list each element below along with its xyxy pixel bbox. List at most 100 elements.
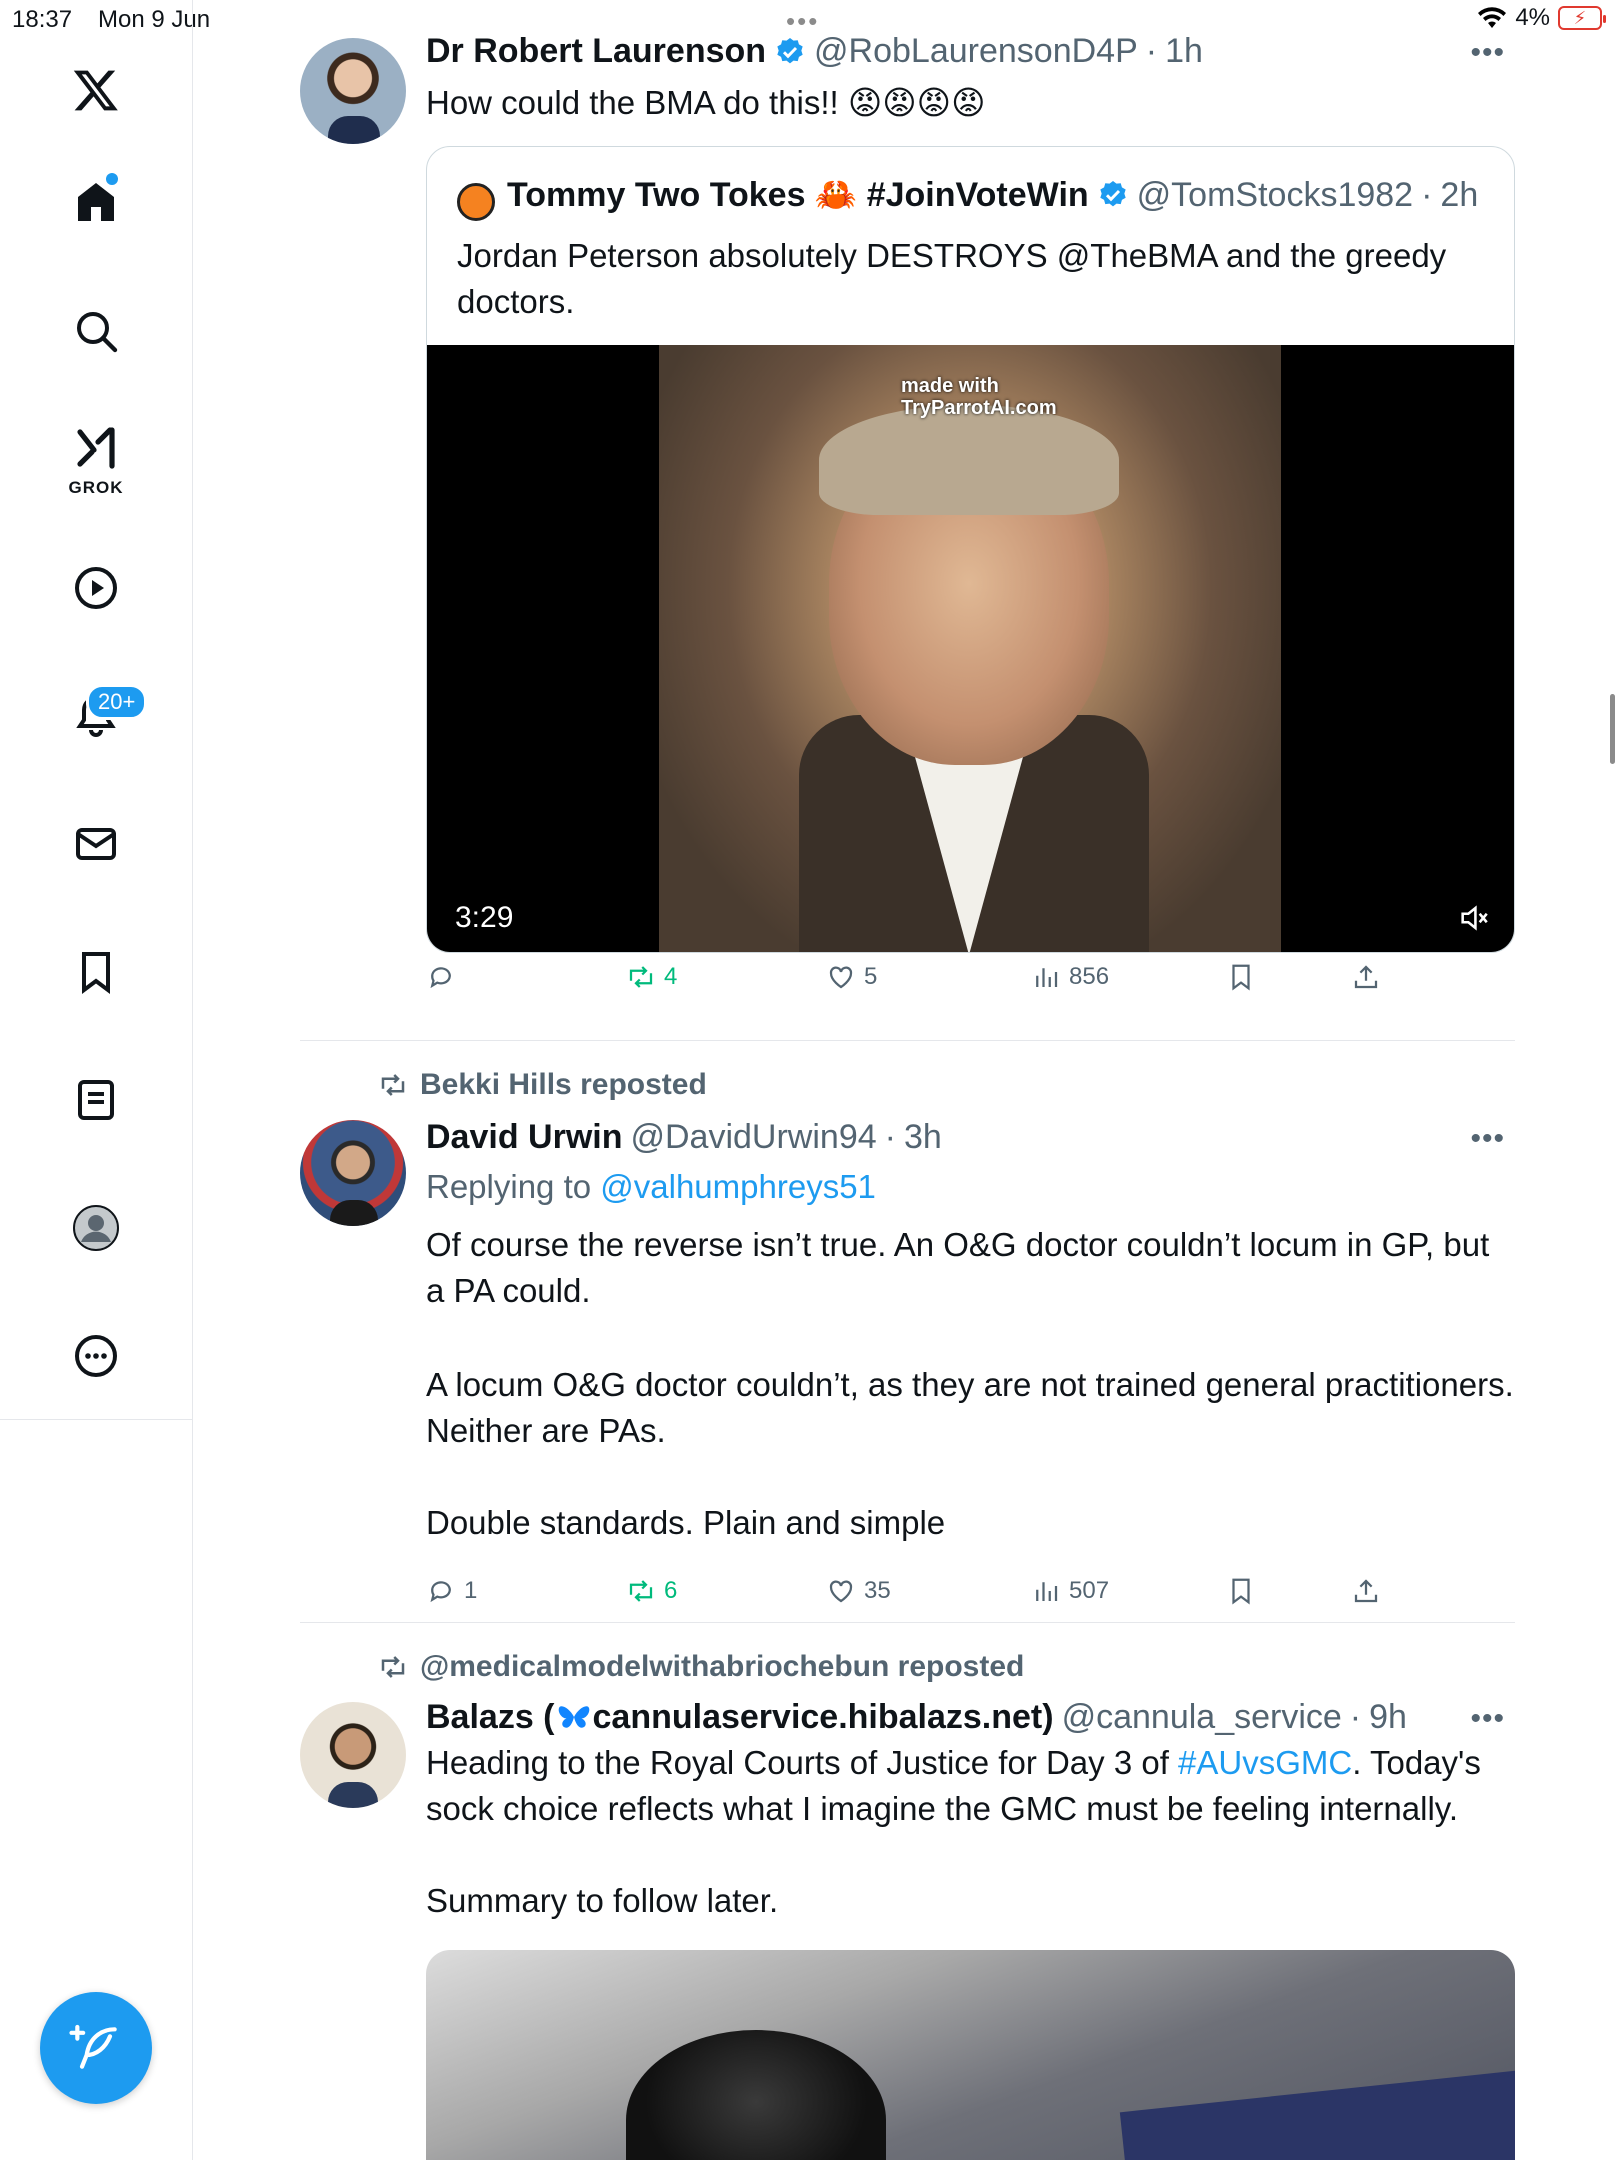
bookmark-button[interactable] <box>1226 962 1256 992</box>
search-icon <box>77 312 118 353</box>
author-handle[interactable]: @RobLaurensonD4P <box>814 32 1138 71</box>
views-button[interactable]: 507 <box>1031 1576 1109 1606</box>
repost-button[interactable]: 6 <box>626 1576 677 1606</box>
tweet-image[interactable] <box>426 1950 1515 2160</box>
notifications-badge: 20+ <box>86 684 148 720</box>
mute-icon[interactable] <box>1457 901 1491 935</box>
tweet-more-icon[interactable]: ••• <box>1470 1702 1505 1736</box>
repost-icon <box>629 1580 653 1602</box>
tweet-paragraph-2: A locum O&G doctor couldn’t, as they are… <box>426 1366 1514 1449</box>
nav-messages[interactable] <box>60 808 132 880</box>
reply-icon <box>430 967 451 989</box>
like-count: 5 <box>864 963 878 990</box>
tweet-time[interactable]: 3h <box>904 1118 942 1157</box>
repost-icon <box>381 1074 405 1096</box>
avatar[interactable] <box>300 1702 406 1808</box>
bookmark-icon <box>82 952 110 994</box>
nav-explore[interactable] <box>60 295 132 367</box>
heart-icon <box>829 966 853 989</box>
replying-prefix: Replying to <box>426 1168 601 1205</box>
tweet-urwin[interactable]: Bekki Hills reposted David Urwin @DavidU… <box>300 1040 1515 1620</box>
home-unread-dot <box>106 173 118 185</box>
author-name[interactable]: Balazs (cannulaservice.hibalazs.net) <box>426 1698 1054 1737</box>
quoted-avatar[interactable] <box>457 183 495 221</box>
reply-count: 1 <box>464 1577 478 1604</box>
home-icon <box>78 183 114 221</box>
reply-button[interactable]: 1 <box>426 1576 477 1606</box>
video-duration: 3:29 <box>455 901 514 934</box>
views-icon <box>1036 968 1058 987</box>
nav-bookmarks[interactable] <box>60 936 132 1008</box>
repost-context: @medicalmodelwithabriochebun reposted <box>378 1650 1024 1684</box>
replying-to-line: Replying to @valhumphreys51 <box>426 1164 1516 1210</box>
dot-separator: · <box>1421 175 1433 214</box>
share-button[interactable] <box>1351 1576 1381 1606</box>
tweet-laurenson[interactable]: Dr Robert Laurenson @RobLaurensonD4P · 1… <box>300 0 1515 1040</box>
sidebar-nav: GROK 20+ <box>0 0 193 1420</box>
mail-icon <box>76 828 116 860</box>
nav-profile[interactable] <box>60 1192 132 1264</box>
tweet-paragraph-3: Double standards. Plain and simple <box>426 1504 946 1541</box>
verified-badge-icon <box>1100 181 1126 207</box>
author-handle[interactable]: @DavidUrwin94 <box>630 1118 876 1157</box>
nav-lists[interactable] <box>60 1064 132 1136</box>
video-frame: made with TryParrotAI.com <box>659 345 1281 952</box>
like-button[interactable]: 5 <box>826 962 877 992</box>
share-icon <box>1354 1579 1378 1603</box>
tweet-paragraph-2: Summary to follow later. <box>426 1882 779 1919</box>
nav-grok[interactable] <box>60 412 132 484</box>
reposted-by[interactable]: @medicalmodelwithabriochebun reposted <box>420 1650 1024 1684</box>
bookmark-button[interactable] <box>1226 1576 1256 1606</box>
heart-icon <box>829 1580 853 1603</box>
avatar-suit <box>328 116 380 144</box>
tweet-more-icon[interactable]: ••• <box>1470 1122 1505 1156</box>
tweet-text: How could the BMA do this!! 😡😡😡😡 <box>426 84 986 121</box>
nav-home[interactable] <box>60 166 132 238</box>
dot-separator: · <box>1349 1698 1362 1736</box>
tweet-text: Heading to the Royal Courts of Justice f… <box>426 1740 1516 1832</box>
nav-video[interactable] <box>60 552 132 624</box>
view-count: 856 <box>1069 963 1110 990</box>
shoe-shape <box>626 2030 886 2160</box>
reposted-by[interactable]: Bekki Hills reposted <box>420 1068 707 1102</box>
share-button[interactable] <box>1351 962 1381 992</box>
verified-badge-icon <box>777 37 803 63</box>
like-count: 35 <box>864 1577 891 1604</box>
tweet-more-icon[interactable]: ••• <box>1470 36 1505 70</box>
bookmark-icon <box>1232 964 1250 991</box>
sidebar-border <box>192 1420 193 2160</box>
author-name[interactable]: Dr Robert Laurenson <box>426 32 766 71</box>
grok-icon <box>77 427 115 469</box>
tweet-header: Balazs (cannulaservice.hibalazs.net) @ca… <box>426 1698 1407 1737</box>
tweet-time[interactable]: 9h <box>1369 1698 1407 1737</box>
avatar-shirt <box>328 1782 378 1808</box>
hashtag-link[interactable]: #AUvsGMC <box>1178 1744 1352 1781</box>
watermark-line2: TryParrotAI.com <box>901 397 1057 419</box>
quoted-tweet[interactable]: Tommy Two Tokes 🦀 #JoinVoteWin @TomStock… <box>426 146 1515 953</box>
tweet-time[interactable]: 1h <box>1165 32 1203 71</box>
like-button[interactable]: 35 <box>826 1576 891 1606</box>
avatar-suit <box>330 1200 378 1226</box>
share-icon <box>1354 965 1378 989</box>
author-name[interactable]: David Urwin <box>426 1118 622 1157</box>
tweet-actions: 4 5 856 <box>426 962 1426 1012</box>
tweet-header: David Urwin @DavidUrwin94 · 3h <box>426 1118 942 1157</box>
replying-to-link[interactable]: @valhumphreys51 <box>600 1168 876 1205</box>
nav-more[interactable] <box>60 1320 132 1392</box>
quoted-text: Jordan Peterson absolutely DESTROYS @The… <box>457 237 1447 320</box>
avatar[interactable] <box>300 1120 406 1226</box>
views-button[interactable]: 856 <box>1031 962 1109 992</box>
more-circle-icon <box>75 1335 117 1377</box>
x-logo-svg <box>73 70 118 111</box>
repost-button[interactable]: 4 <box>626 962 677 992</box>
repost-icon <box>629 966 653 988</box>
video-player[interactable]: made with TryParrotAI.com 3:29 <box>427 345 1514 952</box>
reply-button[interactable] <box>426 962 456 992</box>
author-handle[interactable]: @cannula_service <box>1062 1698 1342 1737</box>
avatar[interactable] <box>300 38 406 144</box>
x-logo-icon[interactable] <box>60 54 132 126</box>
quoted-header: Tommy Two Tokes 🦀 #JoinVoteWin @TomStock… <box>507 175 1478 215</box>
scroll-indicator[interactable] <box>1610 694 1615 764</box>
tweet-paragraph-1: Of course the reverse isn’t true. An O&G… <box>426 1226 1490 1309</box>
compose-button[interactable] <box>40 1992 152 2104</box>
